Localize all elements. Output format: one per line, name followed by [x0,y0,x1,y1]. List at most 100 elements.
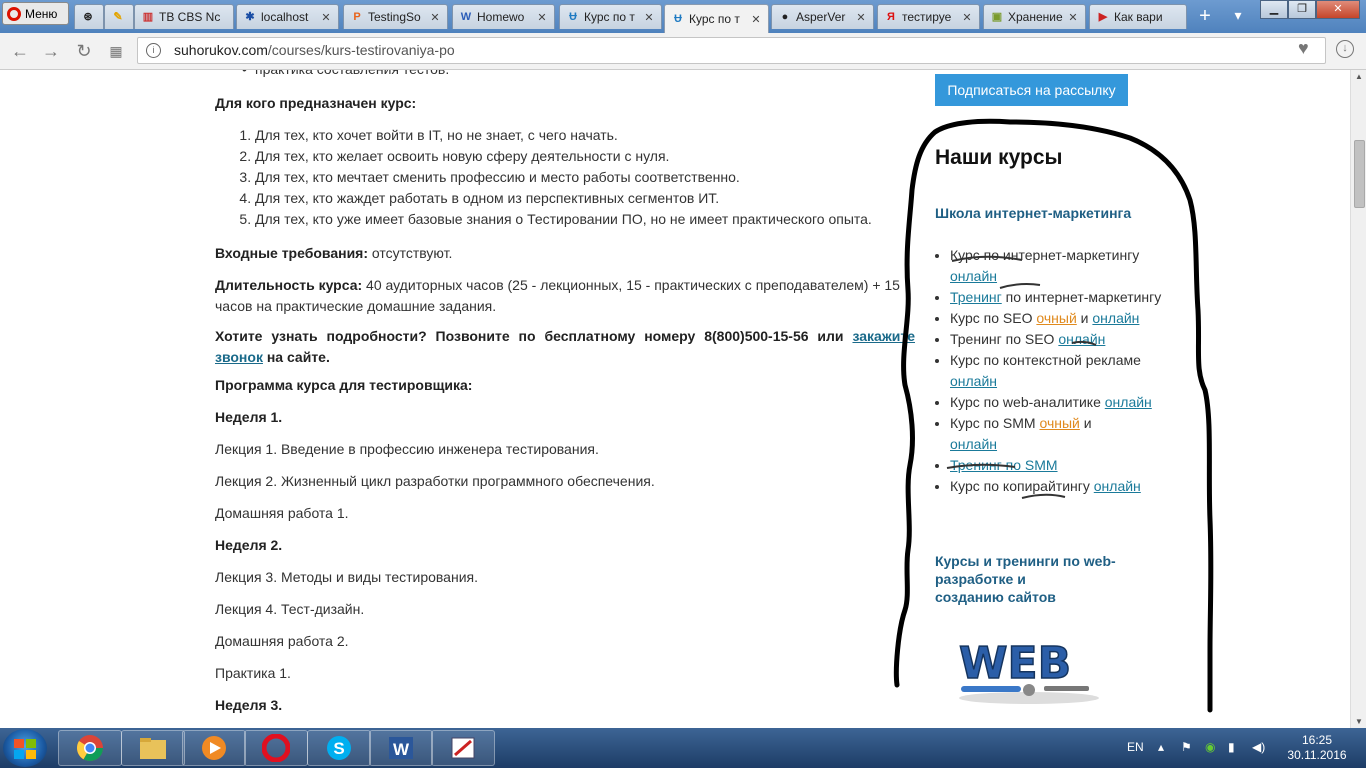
maximize-button[interactable]: ❐ [1288,0,1316,19]
tab-pinned[interactable]: ⊛ [74,4,104,29]
windows-taskbar: S W EN ▴ ⚑ ◉ ▮ ◀) 16:25 30.11.2016 [0,728,1366,768]
tab-kak-vari[interactable]: ▶ Как вари [1089,4,1187,29]
training-link[interactable]: Тренинг [950,289,1002,305]
url-path: /courses/kurs-testirovaniya-po [267,42,455,58]
smm-training-link[interactable]: Тренинг по SMM [950,457,1058,473]
audience-list: Для тех, кто хочет войти в IT, но не зна… [215,125,955,230]
site-icon: Ʉ [674,13,682,25]
offline-link[interactable]: очный [1036,310,1076,326]
tab-pinned-2[interactable]: ✎ [104,4,134,29]
tv-icon: ▥ [142,11,154,23]
minimize-button[interactable]: ▁ [1260,0,1288,19]
close-icon[interactable]: ✕ [960,11,974,24]
tab-testirue[interactable]: Я тестируе ✕ [877,4,980,29]
offline-link[interactable]: очный [1039,415,1079,431]
media-player-taskbar-button[interactable] [182,730,246,766]
tab-hranenie[interactable]: ▣ Хранение ✕ [983,4,1086,29]
program-heading: Программа курса для тестировщика: [215,377,473,393]
explorer-taskbar-button[interactable] [121,730,185,766]
tab-title: Курс по т [689,12,740,26]
list-item: Тренинг по интернет-маркетингу [950,287,1170,308]
tab-title: Курс по т [584,10,635,24]
list-item: Для тех, кто хочет войти в IT, но не зна… [255,125,955,146]
list-item: Для тех, кто желает освоить новую сферу … [255,146,955,167]
battery-icon[interactable]: ▮ [1228,740,1235,754]
word-taskbar-button[interactable]: W [369,730,433,766]
chrome-taskbar-button[interactable] [58,730,122,766]
opera-icon [262,734,290,762]
close-window-button[interactable]: ✕ [1316,0,1360,19]
language-indicator[interactable]: EN [1127,740,1144,754]
tab-tv-cbs[interactable]: ▥ ТВ CBS Nc [134,4,234,29]
tab-menu-chevron-icon[interactable]: ▾ [1228,7,1248,27]
web-logo-image[interactable]: WEB [949,630,1109,710]
online-link[interactable]: онлайн [950,373,997,389]
online-link[interactable]: онлайн [1058,331,1105,347]
close-icon[interactable]: ✕ [642,11,656,24]
tab-testingso[interactable]: P TestingSo ✕ [343,4,448,29]
homework-2: Домашняя работа 2. [215,633,349,649]
video-icon: ▶ [1098,11,1108,23]
address-toolbar: ← → ↻ ▦ i suhorukov.com/courses/kurs-tes… [0,33,1366,70]
requirements-label: Входные требования: [215,245,369,261]
flag-icon[interactable]: ⚑ [1181,740,1192,754]
bullet-text: практика составления тестов. [255,70,449,80]
yandex-icon: Я [887,11,895,23]
tray-expand-icon[interactable]: ▴ [1158,740,1164,754]
clock[interactable]: 16:25 30.11.2016 [1282,733,1352,763]
w-icon: W [460,11,472,23]
item-text: Курс по копирайтингу [950,478,1094,494]
tab-title: TestingSo [368,10,421,24]
online-link[interactable]: онлайн [1105,394,1152,410]
online-link[interactable]: онлайн [1092,310,1139,326]
web-heading-line: созданию сайтов [935,589,1056,605]
new-tab-button[interactable]: + [1194,6,1216,27]
opera-menu-button[interactable]: Меню [2,2,69,25]
network-shield-icon[interactable]: ◉ [1205,740,1215,754]
reload-icon[interactable]: ↻ [74,41,94,61]
scroll-up-icon[interactable]: ▲ [1355,72,1363,81]
back-arrow-icon[interactable]: ← [10,41,30,61]
site-icon: Ʉ [569,11,577,23]
call-text: Хотите узнать подробности? Позвоните по … [215,328,853,344]
tab-homework[interactable]: W Homewo ✕ [452,4,555,29]
list-item: Для тех, кто уже имеет базовые знания о … [255,209,955,230]
close-icon[interactable]: ✕ [854,11,868,24]
close-icon[interactable]: ✕ [1066,11,1080,24]
online-link[interactable]: онлайн [1094,478,1141,494]
scroll-down-icon[interactable]: ▼ [1355,717,1363,726]
our-courses-heading: Наши курсы [935,146,1063,169]
list-item: Для тех, кто мечтает сменить профессию и… [255,167,955,188]
skype-taskbar-button[interactable]: S [307,730,371,766]
heart-icon[interactable]: ♥ [1298,39,1318,57]
scrollbar-thumb[interactable] [1354,140,1365,208]
close-icon[interactable]: ✕ [428,11,442,24]
online-link[interactable]: онлайн [950,436,997,452]
svg-text:W: W [393,740,410,759]
close-icon[interactable]: ✕ [319,11,333,24]
forward-arrow-icon[interactable]: → [41,41,61,61]
online-link[interactable]: онлайн [950,268,997,284]
duration: Длительность курса: 40 аудиторных часов … [215,275,915,317]
chrome-icon [76,735,104,762]
paint-taskbar-button[interactable] [431,730,495,766]
tab-asperver[interactable]: ● AsperVer ✕ [771,4,874,29]
volume-icon[interactable]: ◀) [1252,740,1265,754]
opera-taskbar-button[interactable] [244,730,308,766]
tab-kurs-active[interactable]: Ʉ Курс по т ✕ [664,4,769,33]
list-item: Курс по SEO очный и онлайн [950,308,1170,329]
close-icon[interactable]: ✕ [749,13,763,26]
speed-dial-grid-icon[interactable]: ▦ [106,41,126,61]
download-icon[interactable]: ↓ [1336,40,1354,58]
tab-title: тестируе [902,10,952,24]
address-bar[interactable]: i suhorukov.com/courses/kurs-testirovani… [137,37,1326,64]
tab-localhost[interactable]: ✱ localhost ✕ [236,4,339,29]
vertical-scrollbar[interactable]: ▲ ▼ [1350,70,1366,728]
subscribe-button[interactable]: Подписаться на рассылку [935,74,1128,106]
close-icon[interactable]: ✕ [535,11,549,24]
site-info-icon[interactable]: i [146,43,161,58]
tab-kurs-1[interactable]: Ʉ Курс по т ✕ [559,4,662,29]
start-button[interactable] [3,729,47,767]
clock-date: 30.11.2016 [1287,748,1347,762]
list-item: Курс по контекстной рекламе онлайн [950,350,1170,392]
